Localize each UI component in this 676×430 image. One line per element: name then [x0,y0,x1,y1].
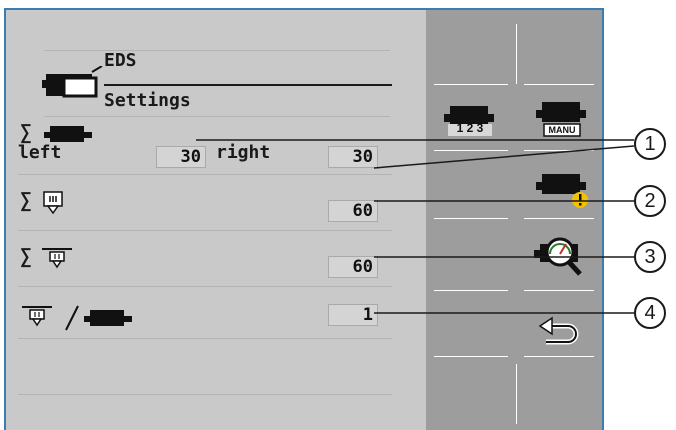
callout-3: 3 [634,241,666,273]
callout-4: 4 [634,297,666,329]
callout-2: 2 [634,185,666,217]
callout-lines [196,139,635,314]
callout-1: 1 [634,128,666,160]
